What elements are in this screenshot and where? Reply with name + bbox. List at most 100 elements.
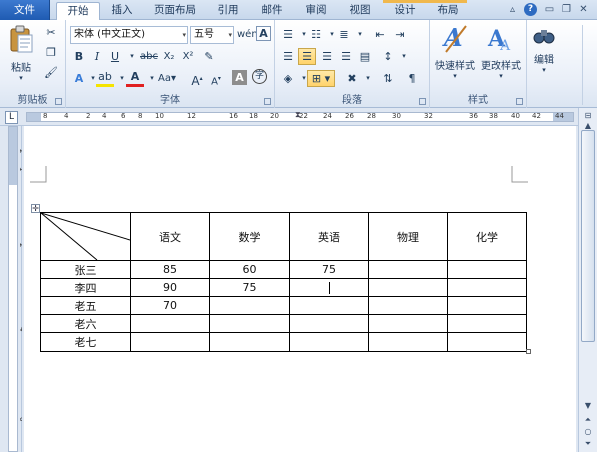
italic-icon[interactable]: I xyxy=(88,48,106,65)
multilevel-dropdown-icon[interactable]: ▾ xyxy=(351,26,369,43)
close-window-icon[interactable]: ✕ xyxy=(577,4,590,15)
align-right-icon[interactable]: ☰ xyxy=(318,48,336,65)
header-cell-math[interactable]: 数学 xyxy=(209,212,290,261)
change-styles-dropdown-icon[interactable]: ▾ xyxy=(478,72,524,80)
score-cell[interactable] xyxy=(368,332,448,352)
score-cell[interactable] xyxy=(289,314,369,333)
justify-icon[interactable]: ☰ xyxy=(337,48,355,65)
character-shading-icon[interactable]: Aa▾ xyxy=(156,70,178,87)
paste-button[interactable]: 粘贴 ▾ xyxy=(6,24,36,82)
font-size-combo[interactable]: 五号 ▾ xyxy=(190,26,234,44)
scrollbar-thumb[interactable] xyxy=(581,130,595,342)
grow-font-icon[interactable]: A▴ xyxy=(188,70,206,88)
clear-formatting-icon[interactable]: ✎ xyxy=(200,48,218,65)
ribbon-scroll-icon[interactable] xyxy=(582,25,594,105)
score-cell[interactable] xyxy=(368,314,448,333)
tab-view[interactable]: 视图 xyxy=(341,2,379,20)
restore-window-icon[interactable]: ❐ xyxy=(560,4,573,15)
clipboard-launcher-icon[interactable] xyxy=(55,98,62,105)
enclose-characters-icon[interactable]: 字 xyxy=(252,69,267,84)
tab-home[interactable]: 开始 xyxy=(56,2,100,21)
score-cell[interactable] xyxy=(368,278,448,297)
header-cell-chinese[interactable]: 语文 xyxy=(130,212,210,261)
highlight-color-icon[interactable]: ab xyxy=(96,70,114,87)
distributed-icon[interactable]: ▤ xyxy=(356,48,374,65)
superscript-icon[interactable]: X² xyxy=(179,48,197,65)
font-size-dropdown-icon[interactable]: ▾ xyxy=(228,27,232,43)
show-marks-icon[interactable]: ¶ xyxy=(403,70,421,87)
header-cell-physics[interactable]: 物理 xyxy=(368,212,448,261)
score-cell[interactable] xyxy=(289,332,369,352)
decrease-indent-icon[interactable]: ⇤ xyxy=(371,26,389,43)
font-color-icon[interactable]: A xyxy=(126,70,144,87)
copy-icon[interactable]: ❐ xyxy=(42,44,60,61)
tab-page-layout[interactable]: 页面布局 xyxy=(146,2,204,20)
previous-page-icon[interactable]: ⏶ xyxy=(581,414,595,426)
shrink-font-icon[interactable]: A▾ xyxy=(207,70,225,87)
chinese-layout-dropdown-icon[interactable]: ▾ xyxy=(359,70,377,87)
sort-icon[interactable]: ⇅ xyxy=(379,70,397,87)
score-cell[interactable] xyxy=(447,260,527,279)
score-cell[interactable]: 60 xyxy=(209,260,290,279)
increase-indent-icon[interactable]: ⇥ xyxy=(391,26,409,43)
tab-insert[interactable]: 插入 xyxy=(103,2,141,20)
tab-selector-icon[interactable]: L xyxy=(5,111,18,124)
score-cell[interactable] xyxy=(368,296,448,315)
score-cell[interactable]: 70 xyxy=(130,296,210,315)
underline-icon[interactable]: U xyxy=(106,48,124,65)
table-resize-handle-icon[interactable] xyxy=(526,349,531,354)
diagonal-header-cell[interactable] xyxy=(40,212,131,261)
paragraph-launcher-icon[interactable] xyxy=(419,98,426,105)
change-styles-button[interactable]: A A 更改样式 ▾ xyxy=(478,22,524,80)
score-cell[interactable] xyxy=(209,296,290,315)
score-cell[interactable] xyxy=(130,332,210,352)
score-cell[interactable] xyxy=(289,296,369,315)
horizontal-ruler[interactable]: L 8 4 2 4 6 8 10 12 16 18 20 22 24 26 28… xyxy=(0,108,597,126)
score-cell[interactable]: 75 xyxy=(209,278,290,297)
tab-references[interactable]: 引用 xyxy=(209,2,247,20)
score-cell[interactable]: 75 xyxy=(289,260,369,279)
character-border-icon[interactable]: A xyxy=(256,26,271,41)
score-cell[interactable] xyxy=(209,314,290,333)
tab-layout[interactable]: 布局 xyxy=(429,2,467,20)
editing-button[interactable]: 编辑 ▾ xyxy=(529,24,559,74)
line-spacing-dropdown-icon[interactable]: ▾ xyxy=(395,48,413,65)
align-center-icon[interactable]: ☰ xyxy=(298,48,316,65)
score-cell[interactable]: 85 xyxy=(130,260,210,279)
row-name-cell[interactable]: 老六 xyxy=(40,314,131,333)
bold-icon[interactable]: B xyxy=(70,48,88,65)
row-name-cell[interactable]: 李四 xyxy=(40,278,131,297)
row-name-cell[interactable]: 老七 xyxy=(40,332,131,352)
score-cell[interactable] xyxy=(209,332,290,352)
tab-design[interactable]: 设计 xyxy=(386,2,424,20)
next-page-icon[interactable]: ⏷ xyxy=(581,438,595,450)
font-name-combo[interactable]: 宋体 (中文正文) ▾ xyxy=(70,26,188,44)
font-name-dropdown-icon[interactable]: ▾ xyxy=(182,27,186,43)
tab-review[interactable]: 审阅 xyxy=(297,2,335,20)
score-cell[interactable] xyxy=(447,278,527,297)
scroll-down-icon[interactable]: ▼ xyxy=(581,400,595,412)
subscript-icon[interactable]: X₂ xyxy=(160,48,178,65)
font-launcher-icon[interactable] xyxy=(264,98,271,105)
paste-dropdown-icon[interactable]: ▾ xyxy=(6,74,36,82)
indent-marker-icon[interactable]: ⧗ xyxy=(295,110,301,120)
character-shading-gray-icon[interactable]: A xyxy=(232,70,247,85)
quick-styles-button[interactable]: A 快速样式 ▾ xyxy=(432,22,478,80)
cut-icon[interactable]: ✂ xyxy=(42,24,60,41)
strikethrough-icon[interactable]: abc xyxy=(140,48,158,65)
header-cell-chemistry[interactable]: 化学 xyxy=(447,212,527,261)
styles-launcher-icon[interactable] xyxy=(516,98,523,105)
score-cell[interactable] xyxy=(368,260,448,279)
underline-dropdown-icon[interactable]: ▾ xyxy=(123,48,141,65)
select-browse-object-icon[interactable]: ○ xyxy=(581,426,595,438)
score-cell[interactable]: 90 xyxy=(130,278,210,297)
score-cell[interactable] xyxy=(130,314,210,333)
minimize-window-icon[interactable]: ▭ xyxy=(543,4,556,15)
score-cell[interactable] xyxy=(447,296,527,315)
change-case-icon[interactable]: wén xyxy=(237,26,258,43)
document-page[interactable]: ✛ 语文 数学 英语 物理 化学 张三 85 60 75 李四 90 75 老五… xyxy=(24,126,576,452)
quick-styles-dropdown-icon[interactable]: ▾ xyxy=(432,72,478,80)
active-score-cell[interactable] xyxy=(289,278,369,297)
borders-button[interactable]: ⊞ ▾ xyxy=(307,70,335,87)
vertical-ruler[interactable]: 2 1 2 4 6 xyxy=(0,126,26,452)
